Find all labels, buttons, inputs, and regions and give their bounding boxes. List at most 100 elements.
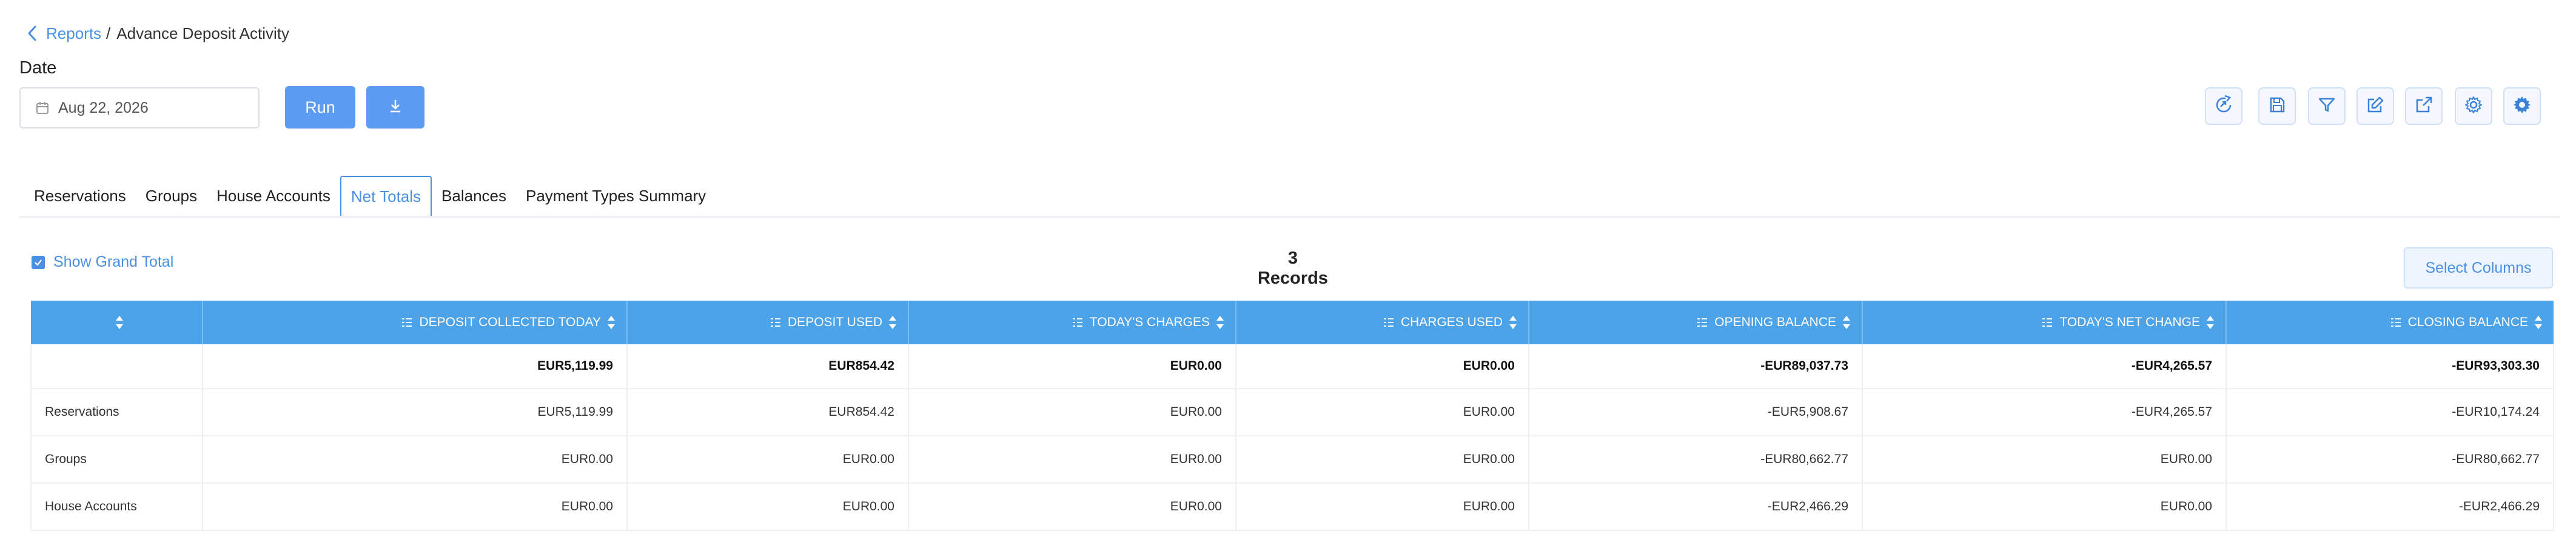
- date-field[interactable]: Aug 22, 2026: [19, 87, 260, 128]
- show-grand-total-toggle[interactable]: Show Grand Total: [32, 253, 173, 271]
- chevron-left-icon[interactable]: [24, 23, 40, 44]
- table-cell: -EUR5,908.67: [1529, 389, 1863, 436]
- column-lines-icon: [2390, 316, 2402, 329]
- table-cell: EUR0.00: [203, 436, 628, 484]
- table-cell: EUR0.00: [908, 389, 1236, 436]
- table-cell: Reservations: [30, 389, 203, 436]
- breadcrumb-reports-link[interactable]: Reports: [46, 24, 101, 43]
- sort-icon[interactable]: [1509, 315, 1517, 330]
- table-cell: EUR5,119.99: [203, 389, 628, 436]
- table-cell: EUR0.00: [1236, 389, 1529, 436]
- tab-house-accounts[interactable]: House Accounts: [207, 176, 340, 216]
- column-lines-icon: [1072, 316, 1084, 329]
- table-cell: -EUR89,037.73: [1529, 344, 1863, 389]
- table-cell: -EUR4,265.57: [1862, 389, 2227, 436]
- table-cell: EUR0.00: [1862, 436, 2227, 484]
- settings-icon: [2464, 95, 2483, 118]
- tab-reservations[interactable]: Reservations: [24, 176, 136, 216]
- export-button[interactable]: [2405, 87, 2443, 125]
- advanced-settings-icon: [2512, 95, 2532, 118]
- tab-net-totals[interactable]: Net Totals: [340, 176, 432, 216]
- table-cell: EUR0.00: [908, 483, 1236, 531]
- run-button[interactable]: Run: [285, 86, 355, 128]
- column-header-deposit-used[interactable]: DEPOSIT USED: [627, 301, 909, 344]
- report-tabs: Reservations Groups House Accounts Net T…: [24, 175, 716, 217]
- table-header-row: DEPOSIT COLLECTED TODAY DEPOSIT USED TOD…: [31, 301, 2554, 344]
- tab-groups[interactable]: Groups: [136, 176, 207, 216]
- table-cell: [30, 344, 203, 389]
- refresh-report-icon: [2213, 95, 2234, 118]
- filter-button[interactable]: [2308, 87, 2346, 125]
- table-cell: EUR0.00: [1862, 483, 2227, 531]
- edit-icon: [2366, 96, 2384, 117]
- column-header-text: DEPOSIT USED: [788, 315, 882, 329]
- sort-icon[interactable]: [1216, 315, 1224, 330]
- filter-icon: [2318, 96, 2336, 117]
- download-icon: [387, 98, 403, 117]
- table-cell: -EUR10,174.24: [2226, 389, 2554, 436]
- sort-icon[interactable]: [1842, 315, 1851, 330]
- column-lines-icon: [1383, 316, 1395, 329]
- column-header-text: CLOSING BALANCE: [2407, 315, 2528, 329]
- table-cell: EUR0.00: [1236, 344, 1529, 389]
- table-cell: EUR854.42: [627, 389, 909, 436]
- column-header-label[interactable]: [31, 301, 203, 344]
- refresh-report-button[interactable]: [2205, 87, 2242, 125]
- table-cell: Groups: [30, 436, 203, 484]
- table-cell: -EUR80,662.77: [1529, 436, 1863, 484]
- breadcrumb-current: Advance Deposit Activity: [116, 24, 289, 42]
- sort-icon[interactable]: [888, 315, 897, 330]
- net-totals-table: DEPOSIT COLLECTED TODAY DEPOSIT USED TOD…: [30, 301, 2554, 531]
- select-columns-button[interactable]: Select Columns: [2404, 247, 2553, 289]
- records-count: 3 Records: [1257, 249, 1329, 288]
- checkbox-icon[interactable]: [32, 255, 45, 269]
- table-row[interactable]: Groups EUR0.00 EUR0.00 EUR0.00 EUR0.00 -…: [30, 436, 2554, 484]
- column-lines-icon: [401, 316, 413, 329]
- table-cell: EUR0.00: [908, 436, 1236, 484]
- tab-payment-types-summary[interactable]: Payment Types Summary: [516, 176, 716, 216]
- table-cell: House Accounts: [30, 483, 203, 531]
- advanced-settings-button[interactable]: [2503, 87, 2541, 125]
- edit-button[interactable]: [2356, 87, 2394, 125]
- table-row[interactable]: Reservations EUR5,119.99 EUR854.42 EUR0.…: [30, 389, 2554, 436]
- sort-icon[interactable]: [2534, 315, 2543, 330]
- table-cell: EUR854.42: [627, 344, 909, 389]
- save-icon: [2268, 96, 2286, 117]
- settings-button[interactable]: [2455, 87, 2492, 125]
- save-button[interactable]: [2258, 87, 2296, 125]
- table-cell: EUR0.00: [908, 344, 1236, 389]
- export-icon: [2415, 96, 2433, 117]
- column-header-todays-charges[interactable]: TODAY'S CHARGES: [908, 301, 1236, 344]
- table-cell: -EUR80,662.77: [2226, 436, 2554, 484]
- sort-icon[interactable]: [115, 315, 124, 330]
- download-button[interactable]: [366, 86, 424, 128]
- table-cell: -EUR93,303.30: [2226, 344, 2554, 389]
- date-label: Date: [19, 58, 57, 78]
- column-header-text: OPENING BALANCE: [1714, 315, 1836, 329]
- table-cell: EUR5,119.99: [203, 344, 628, 389]
- table-row[interactable]: House Accounts EUR0.00 EUR0.00 EUR0.00 E…: [30, 483, 2554, 531]
- column-header-deposit-collected-today[interactable]: DEPOSIT COLLECTED TODAY: [203, 301, 628, 344]
- column-lines-icon: [770, 316, 782, 329]
- column-header-opening-balance[interactable]: OPENING BALANCE: [1529, 301, 1863, 344]
- column-header-text: DEPOSIT COLLECTED TODAY: [419, 315, 601, 329]
- table-cell: EUR0.00: [1236, 436, 1529, 484]
- column-lines-icon: [1696, 316, 1708, 329]
- column-lines-icon: [2041, 316, 2053, 329]
- breadcrumb-separator: /: [106, 24, 111, 42]
- column-header-charges-used[interactable]: CHARGES USED: [1236, 301, 1529, 344]
- table-cell: -EUR2,466.29: [2226, 483, 2554, 531]
- column-header-closing-balance[interactable]: CLOSING BALANCE: [2226, 301, 2554, 344]
- tab-balances[interactable]: Balances: [432, 176, 516, 216]
- table-cell: -EUR4,265.57: [1862, 344, 2227, 389]
- column-header-todays-net-change[interactable]: TODAY'S NET CHANGE: [1862, 301, 2227, 344]
- table-cell: EUR0.00: [627, 483, 909, 531]
- table-cell: EUR0.00: [203, 483, 628, 531]
- column-header-text: CHARGES USED: [1400, 315, 1503, 329]
- sort-icon[interactable]: [607, 315, 615, 330]
- sort-icon[interactable]: [2206, 315, 2215, 330]
- table-cell: EUR0.00: [1236, 483, 1529, 531]
- date-value: Aug 22, 2026: [58, 99, 149, 116]
- tabs-divider: [19, 216, 2560, 218]
- calendar-icon: [35, 101, 50, 115]
